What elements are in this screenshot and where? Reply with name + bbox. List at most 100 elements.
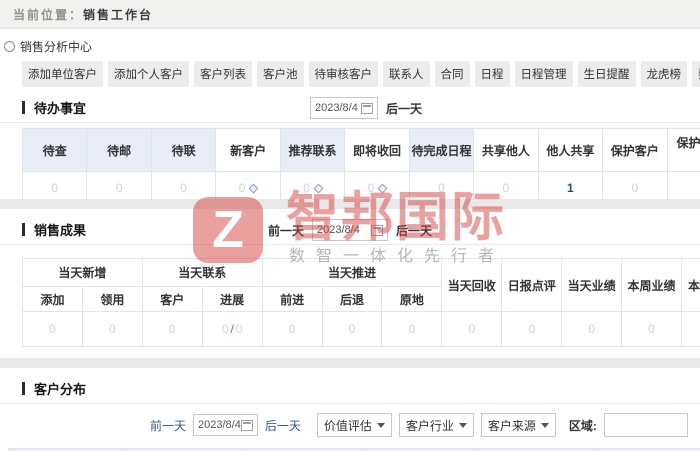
todo-header-10: 保护 [666,128,700,172]
todo-count: 0 [367,181,375,195]
sales-section-title: 销售成果 [34,222,87,238]
todo-table: 待查 待邮 待联 新客户 推荐联系 即将收回 待完成日程 共享他人 他人共享 保护客户 保护 0 0 0 0… [21,128,700,205]
todo-header-0: 待查 [21,128,88,172]
todo-count: 0 [51,181,59,195]
sales-value-0[interactable]: 0 [22,311,83,347]
sales-count: 0 [468,322,476,336]
toolbar-button-0[interactable]: 添加单位客户 [22,61,103,87]
sales-value-2[interactable]: 0 [141,311,203,347]
chevron-down-icon [458,422,467,428]
sales-value-4[interactable]: 0 [261,311,323,347]
toolbar: 添加单位客户 添加个人客户 客户列表 客户池 待审核客户 联系人 合同 日程 日程管理 生日提醒龙… [22,61,700,87]
sales-count: 0 [588,322,595,336]
todo-date-value: 2023/8/4 [315,102,358,114]
sales-date-value: 2023/8/4 [317,224,360,236]
sales-value-7[interactable]: 0 [441,311,503,347]
sales-value-3[interactable]: 0/0 [201,311,263,347]
todo-count: 0 [238,181,246,195]
todo-section-title: 待办事宜 [34,100,87,116]
region-input[interactable] [603,413,688,437]
distribution-next-day-button[interactable]: 后一天 [265,417,301,434]
toolbar-button-6[interactable]: 合同 [434,61,470,87]
distribution-section-header: 客户分布 [0,376,700,400]
todo-count: 0 [438,181,445,195]
sales-value-1[interactable]: 0 [81,311,143,347]
sales-value-8[interactable]: 0 [501,311,563,347]
sales-subheader-0-0: 添加 [22,286,83,312]
todo-header-9: 保护客户 [602,128,668,172]
todo-count: 0 [303,181,310,195]
distribution-card: 客户分布 前一天 2023/8/4 后一天 价值评估客户行业客户来源 区域: 检… [0,376,700,451]
sales-prev-day-button[interactable]: 前一天 [268,222,304,239]
todo-count: 1 [567,181,574,195]
filter-select-label: 客户来源 [487,418,536,433]
chevron-down-icon [540,422,549,428]
sales-date-controls: 前一天 2023/8/4 后一天 [268,219,432,241]
calendar-icon[interactable] [240,419,253,431]
section-gap [0,199,700,209]
todo-header-1: 待邮 [86,128,152,172]
sales-header-4: 本月 [680,258,700,312]
breadcrumb: 当前位置： 销售工作台 [0,0,700,29]
todo-date-controls: 2023/8/4 后一天 [310,97,422,119]
filter-select-label: 价值评估 [323,418,372,433]
filter-select-label: 客户行业 [405,418,454,433]
todo-header-2: 待联 [150,128,217,172]
sales-count: 0 [221,322,229,336]
toolbar-button-1[interactable]: 添加个人客户 [108,61,189,87]
sales-group-header-0: 当天新增 [22,258,143,287]
distribution-filter-row: 前一天 2023/8/4 后一天 价值评估客户行业客户来源 区域: 检索 [150,413,700,437]
sales-value-5[interactable]: 0 [321,311,383,347]
toolbar-button-10[interactable]: 龙虎榜 [640,61,687,87]
todo-header-8: 他人共享 [537,128,604,172]
section-bar-icon [22,222,25,236]
sales-table: 当天新增当天联系当天推进当天回收日报点评当天业绩本周业绩本月添加领用客户进展前进… [22,258,700,347]
todo-next-day-button[interactable]: 后一天 [386,100,422,117]
todo-header-3: 新客户 [215,128,281,172]
sales-next-day-button[interactable]: 后一天 [396,222,432,239]
todo-count: 0 [115,181,123,195]
toolbar-button-3[interactable]: 客户池 [257,61,304,87]
distribution-date-input[interactable]: 2023/8/4 [193,414,258,436]
sales-subheader-2-0: 前进 [261,286,323,312]
sales-date-input[interactable]: 2023/8/4 [312,219,388,241]
sales-count: 0 [168,322,176,336]
section-bar-icon [22,381,25,395]
toolbar-button-4[interactable]: 待审核客户 [308,61,378,87]
tab-label: 销售分析中心 [20,40,93,54]
distribution-prev-day-button[interactable]: 前一天 [150,417,186,434]
distribution-section-title: 客户分布 [34,381,87,397]
radio-icon [4,41,15,52]
distribution-date-value: 2023/8/4 [198,419,241,431]
tab-sales-analysis-center[interactable]: 销售分析中心 [0,29,700,55]
sales-count: 0 [648,322,655,336]
todo-date-input[interactable]: 2023/8/4 [310,97,378,119]
calendar-icon[interactable] [361,102,373,114]
sales-value-11[interactable] [680,311,700,347]
filter-selects: 价值评估 客户行业 客户来源 [316,413,556,437]
section-bar-icon [22,100,25,114]
sales-value-10[interactable]: 0 [621,311,682,347]
todo-header-4: 推荐联系 [279,128,346,172]
toolbar-button-8[interactable]: 日程管理 [514,61,573,87]
chevron-down-icon [376,422,385,428]
diamond-icon [313,183,324,194]
toolbar-button-11[interactable]: 要 [692,61,700,87]
toolbar-button-2[interactable]: 客户列表 [194,61,252,87]
region-label: 区域: [568,418,597,433]
toolbar-button-9[interactable]: 生日提醒 [577,61,636,87]
sales-count: 0 [288,322,296,336]
toolbar-button-5[interactable]: 联系人 [383,61,430,87]
todo-header-5: 即将收回 [344,128,410,172]
sales-group-header-1: 当天联系 [141,258,263,287]
toolbar-button-7[interactable]: 日程 [474,61,510,87]
section-gap [0,358,700,368]
sales-card: 销售成果 前一天 2023/8/4 后一天 当天新增 当天联系 当天推进 当天回收 日报… [0,217,700,358]
divider [0,122,700,123]
filter-select-1[interactable]: 客户行业 [398,413,474,437]
sales-value-9[interactable]: 0 [561,311,623,347]
filter-select-0[interactable]: 价值评估 [316,413,392,437]
calendar-icon[interactable] [371,224,383,236]
sales-value-6[interactable]: 0 [381,311,443,347]
filter-select-2[interactable]: 客户来源 [480,413,556,437]
